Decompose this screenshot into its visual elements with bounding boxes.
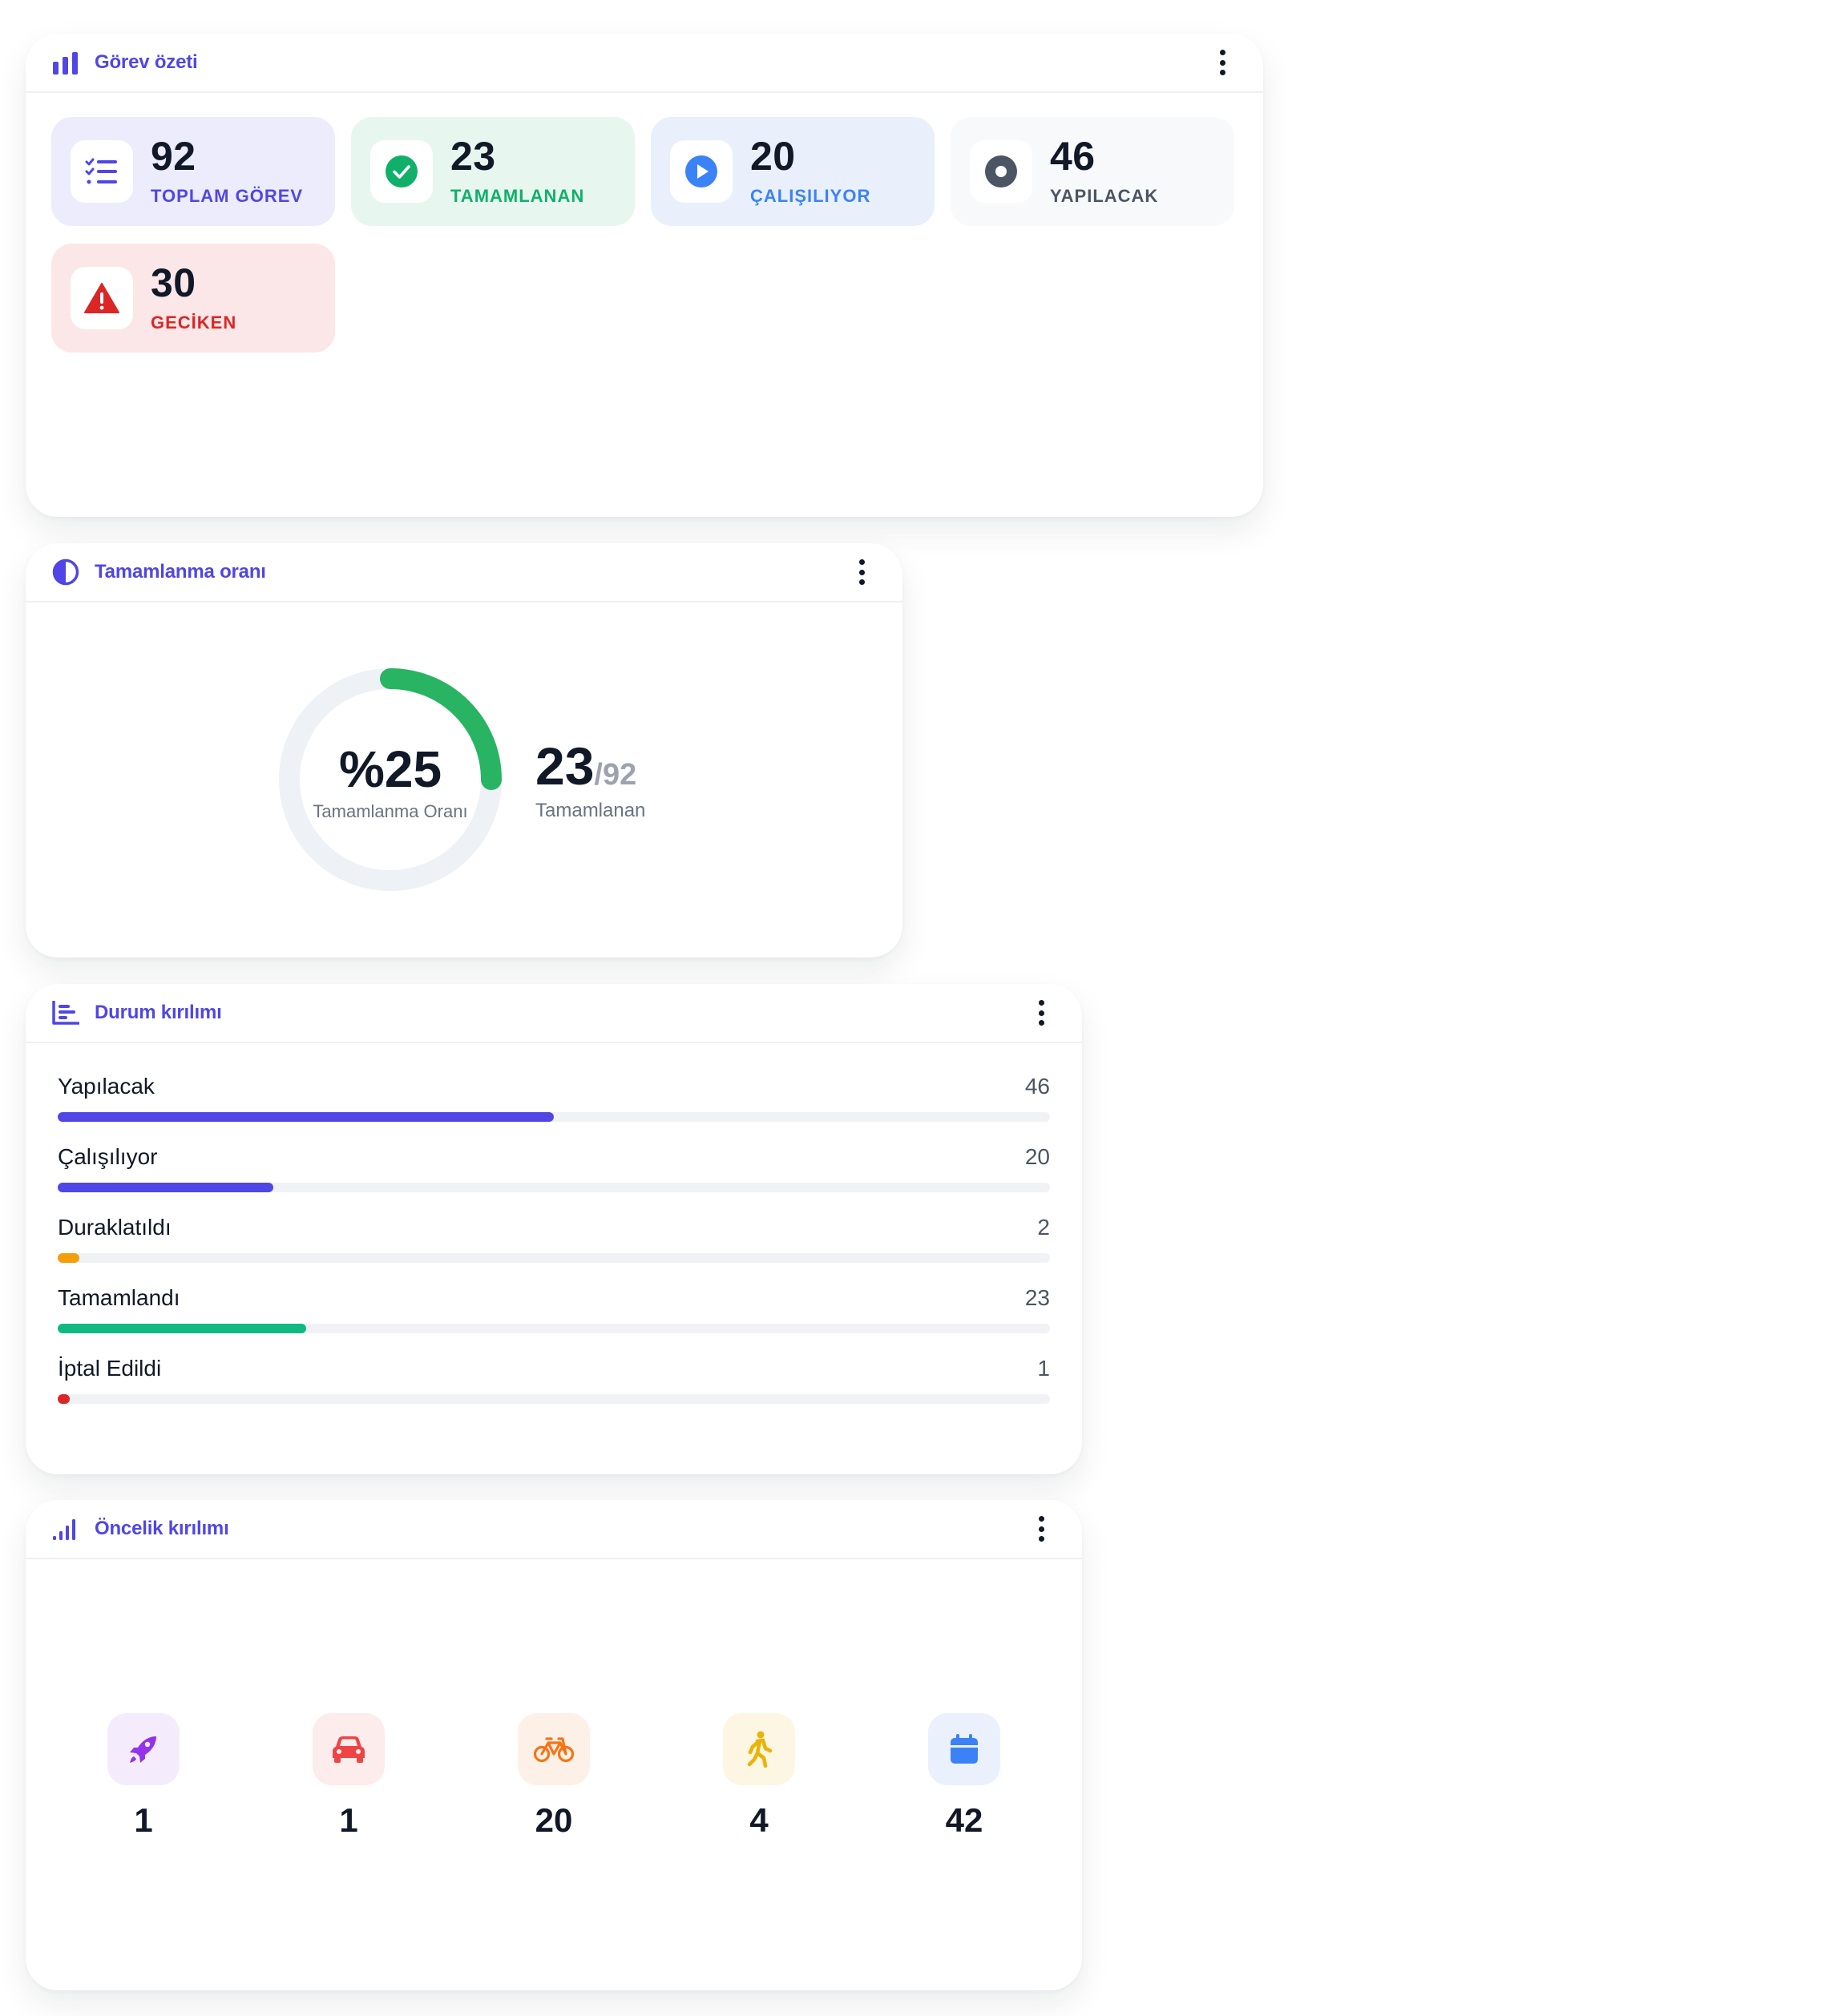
status-breakdown-header: Durum kırılımı	[26, 984, 1082, 1043]
priority-item-car[interactable]: 1	[313, 1713, 385, 1840]
completion-percent: %25	[338, 740, 442, 798]
status-breakdown-title: Durum kırılımı	[95, 1002, 222, 1023]
status-bar-fill	[58, 1394, 70, 1404]
status-name: Tamamlandı	[58, 1285, 180, 1310]
priority-item-calendar[interactable]: 42	[928, 1713, 1000, 1840]
priority-breakdown-card: Öncelik kırılımı 1 1 20 4 42	[26, 1500, 1082, 1990]
task-summary-card: Görev özeti 92 TOPLAM GÖREV 23 TAMAMLANA…	[26, 34, 1263, 517]
priority-breakdown-title: Öncelik kırılımı	[95, 1518, 229, 1539]
warning-triangle-icon	[71, 267, 133, 329]
priority-value: 1	[339, 1801, 358, 1839]
tile-in-progress[interactable]: 20 ÇALIŞILIYOR	[651, 117, 935, 226]
tile-todo[interactable]: 46 YAPILACAK	[951, 117, 1234, 226]
total-count: /92	[594, 758, 637, 792]
horizontal-bar-chart-icon	[51, 998, 80, 1027]
completion-rate-title: Tamamlanma oranı	[95, 561, 266, 583]
tile-value: 46	[1050, 134, 1096, 179]
status-bar-track	[58, 1253, 1050, 1263]
task-summary-header: Görev özeti	[26, 34, 1263, 93]
completion-rate-card: Tamamlanma oranı %25 Tamamlanma Oranı 23…	[26, 543, 902, 958]
tile-label: YAPILACAK	[1050, 186, 1159, 206]
tile-label: GECİKEN	[151, 312, 237, 333]
priority-value: 42	[945, 1801, 983, 1839]
status-value: 46	[1024, 1074, 1050, 1099]
status-name: Çalışılıyor	[58, 1144, 158, 1169]
status-bar-track	[58, 1394, 1050, 1404]
rocket-icon	[107, 1713, 180, 1785]
status-value: 20	[1024, 1144, 1050, 1169]
completion-rate-header: Tamamlanma oranı	[26, 543, 902, 603]
tile-overdue[interactable]: 30 GECİKEN	[51, 244, 335, 353]
more-options-icon[interactable]	[1036, 998, 1047, 1027]
play-circle-icon	[670, 140, 733, 203]
tile-value: 30	[151, 260, 196, 305]
more-options-icon[interactable]	[856, 558, 867, 587]
calendar-icon	[928, 1713, 1000, 1785]
status-name: İptal Edildi	[58, 1356, 162, 1381]
status-bar-fill	[58, 1183, 274, 1192]
record-circle-icon	[970, 140, 1032, 203]
priority-breakdown-header: Öncelik kırılımı	[26, 1500, 1082, 1559]
status-bar-fill	[58, 1112, 554, 1122]
status-value: 23	[1024, 1285, 1050, 1310]
tile-label: TOPLAM GÖREV	[151, 186, 304, 206]
walking-person-icon	[723, 1713, 795, 1785]
status-breakdown-card: Durum kırılımı Yapılacak 46 Çalışılıyor …	[26, 984, 1082, 1474]
completion-donut: %25 Tamamlanma Oranı	[277, 667, 503, 893]
check-circle-icon	[370, 140, 433, 203]
completed-caption: Tamamlanan	[535, 800, 646, 821]
priority-item-bicycle[interactable]: 20	[518, 1713, 590, 1840]
completion-ratio: 23/92	[535, 736, 636, 796]
status-bar-track	[58, 1112, 1050, 1122]
bicycle-icon	[518, 1713, 590, 1785]
status-bar-track	[58, 1324, 1050, 1333]
tile-value: 92	[151, 134, 196, 179]
status-bar-fill	[58, 1324, 306, 1333]
status-bar-track	[58, 1183, 1050, 1192]
status-bar-fill	[58, 1253, 79, 1263]
status-value: 2	[1037, 1215, 1050, 1240]
status-value: 1	[1037, 1356, 1050, 1381]
completed-count: 23	[535, 736, 595, 796]
task-summary-title: Görev özeti	[95, 51, 198, 73]
status-name: Duraklatıldı	[58, 1215, 172, 1240]
car-icon	[313, 1713, 385, 1785]
priority-item-rocket[interactable]: 1	[107, 1713, 180, 1840]
half-circle-icon	[51, 558, 80, 587]
task-list-icon	[71, 140, 133, 203]
bar-chart-icon	[51, 48, 80, 77]
completion-subtitle: Tamamlanma Oranı	[313, 801, 468, 821]
priority-value: 1	[134, 1801, 153, 1839]
tile-label: TAMAMLANAN	[450, 186, 585, 206]
tile-value: 23	[450, 134, 496, 179]
tile-label: ÇALIŞILIYOR	[750, 186, 871, 206]
signal-bars-icon	[51, 1514, 80, 1543]
priority-item-walking[interactable]: 4	[723, 1713, 795, 1840]
tile-completed[interactable]: 23 TAMAMLANAN	[351, 117, 635, 226]
status-name: Yapılacak	[58, 1074, 155, 1099]
more-options-icon[interactable]	[1217, 48, 1228, 77]
more-options-icon[interactable]	[1036, 1514, 1047, 1543]
tile-value: 20	[750, 134, 796, 179]
priority-value: 20	[535, 1801, 573, 1839]
priority-value: 4	[749, 1801, 769, 1839]
tile-total-tasks[interactable]: 92 TOPLAM GÖREV	[51, 117, 335, 226]
